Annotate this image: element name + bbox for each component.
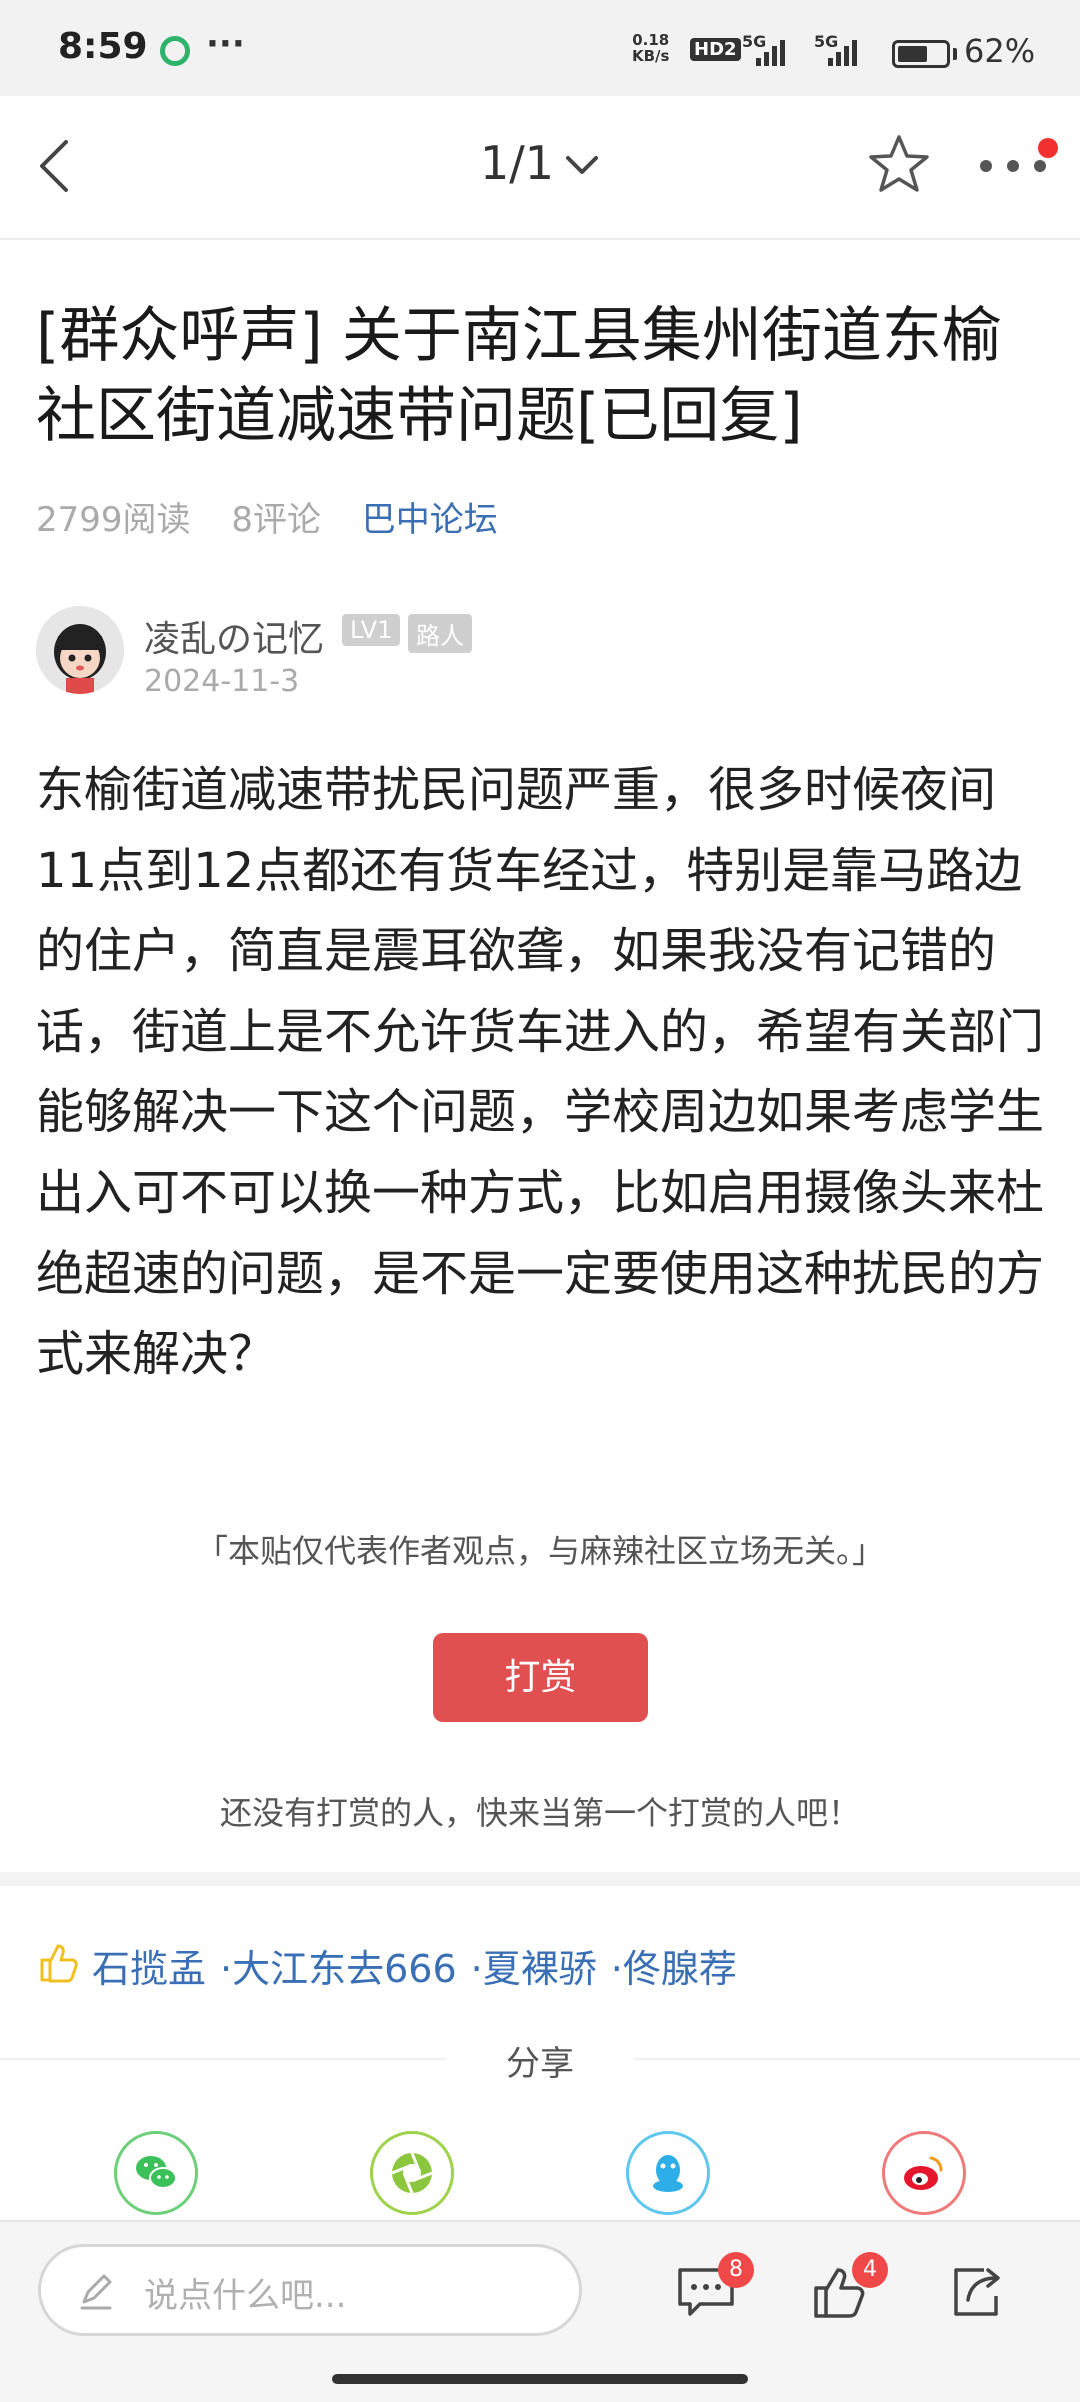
star-icon[interactable] <box>866 132 932 198</box>
author-name[interactable]: 凌乱の记忆 <box>144 610 324 662</box>
status-time: 8:59 <box>58 26 148 67</box>
post-date: 2024-11-3 <box>144 664 300 699</box>
more-options-icon[interactable] <box>978 158 1048 174</box>
chevron-down-icon[interactable] <box>562 146 602 186</box>
share-icon[interactable] <box>946 2262 1008 2322</box>
network-speed-unit: KB/s <box>632 47 670 65</box>
comments-count-badge: 8 <box>718 2252 754 2288</box>
disclaimer: 「本贴仅代表作者观点，与麻辣社区立场无关。」 <box>195 1532 884 1570</box>
comment-placeholder[interactable]: 说点什么吧... <box>144 2268 346 2317</box>
comment-count: 8评论 <box>231 500 321 540</box>
liker-name[interactable]: ·佟腺荐 <box>611 1947 737 1991</box>
more-notifications-icon: ··· <box>206 24 245 64</box>
network-speed: 0.18 KB/s <box>632 32 669 64</box>
battery-percent: 62% <box>964 32 1036 70</box>
liker-name[interactable]: 石揽孟 <box>92 1947 206 1991</box>
role-badge: 路人 <box>408 614 472 653</box>
battery-tip <box>953 48 957 60</box>
home-indicator[interactable] <box>332 2374 748 2384</box>
read-count: 2799阅读 <box>36 500 191 540</box>
reward-button[interactable]: 打赏 <box>433 1633 648 1722</box>
level-badge: LV1 <box>342 614 401 646</box>
signal-label-2: 5G <box>814 32 839 51</box>
pen-icon <box>80 2274 112 2310</box>
wechat-icon <box>136 2156 177 2189</box>
signal-icon-2: 5G <box>814 32 860 66</box>
likers-list: 石揽孟 ·大江东去666 ·夏裸骄 ·佟腺荐 <box>92 1938 751 1993</box>
liker-name[interactable]: ·夏裸骄 <box>471 1947 597 1991</box>
notification-dot <box>1038 138 1058 158</box>
forum-link[interactable]: 巴中论坛 <box>362 500 498 540</box>
share-label: 分享 <box>506 2044 574 2084</box>
share-wechat-button[interactable] <box>114 2131 198 2215</box>
liker-name[interactable]: ·大江东去666 <box>220 1947 457 1991</box>
share-moments-button[interactable] <box>370 2131 454 2215</box>
battery-icon <box>892 40 950 68</box>
battery-level <box>898 46 927 62</box>
post-meta: 2799阅读 8评论 巴中论坛 <box>36 492 528 541</box>
post-title: [群众呼声] 关于南江县集州街道东榆社区街道减速带问题[已回复] <box>36 301 1002 451</box>
post-body: 东榆街道减速带扰民问题严重，很多时候夜间11点到12点都还有货车经过，特别是靠马… <box>36 762 1045 1383</box>
avatar[interactable] <box>36 606 124 694</box>
c-circle-icon <box>160 36 190 66</box>
weibo-icon <box>904 2156 943 2190</box>
hd-badge: HD2 <box>690 38 741 61</box>
share-qq-button[interactable] <box>626 2131 710 2215</box>
share-weibo-button[interactable] <box>882 2131 966 2215</box>
signal-icon-1: 5G <box>742 32 788 66</box>
section-divider <box>0 1872 1080 1886</box>
moments-icon <box>391 2152 433 2194</box>
signal-label-1: 5G <box>742 32 767 51</box>
qq-icon <box>653 2155 683 2192</box>
reward-hint: 还没有打赏的人，快来当第一个打赏的人吧！ <box>219 1794 860 1832</box>
likes-count-badge: 4 <box>852 2252 888 2288</box>
page-indicator[interactable]: 1/1 <box>480 136 554 190</box>
back-icon[interactable] <box>28 136 88 196</box>
avatar-image <box>36 606 124 694</box>
network-speed-value: 0.18 <box>632 31 670 49</box>
thumb-up-icon <box>40 1944 78 1983</box>
